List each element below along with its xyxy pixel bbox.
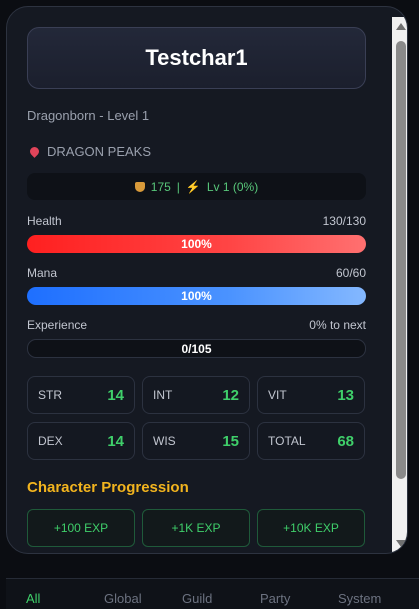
add-100-exp-button[interactable]: +100 EXP bbox=[27, 509, 135, 547]
progression-buttons: +100 EXP +1K EXP +10K EXP bbox=[27, 509, 366, 547]
mana-row: Mana 60/60 bbox=[27, 266, 366, 280]
money-bag-icon bbox=[134, 181, 145, 192]
character-name: Testchar1 bbox=[27, 27, 366, 89]
chat-tabs: All Global Guild Party System bbox=[6, 578, 419, 609]
mana-bar: 100% bbox=[27, 287, 366, 305]
attribute-vit: VIT 13 bbox=[257, 376, 365, 414]
tab-global[interactable]: Global bbox=[84, 579, 162, 609]
health-label: Health bbox=[27, 214, 62, 228]
health-percent: 100% bbox=[181, 237, 212, 251]
health-bar: 100% bbox=[27, 235, 366, 253]
scroll-thumb[interactable] bbox=[396, 41, 406, 479]
location-label: DRAGON PEAKS bbox=[47, 144, 152, 159]
tab-all[interactable]: All bbox=[6, 579, 84, 609]
level-progress: Lv 1 (0%) bbox=[206, 179, 259, 194]
attribute-str: STR 14 bbox=[27, 376, 135, 414]
attribute-wis: WIS 15 bbox=[142, 422, 250, 460]
attribute-label: TOTAL bbox=[268, 434, 306, 448]
scroll-down-icon[interactable] bbox=[396, 540, 406, 547]
attribute-value: 14 bbox=[107, 386, 124, 404]
gold-amount: 175 bbox=[150, 179, 171, 194]
add-1k-exp-button[interactable]: +1K EXP bbox=[142, 509, 250, 547]
attribute-value: 14 bbox=[107, 432, 124, 450]
attribute-grid: STR 14 INT 12 VIT 13 DEX 14 WIS 15 TOTAL 68 bbox=[27, 376, 366, 460]
separator: | bbox=[176, 179, 180, 194]
attribute-label: DEX bbox=[38, 434, 63, 448]
tab-system[interactable]: System bbox=[318, 579, 396, 609]
attribute-value: 68 bbox=[337, 432, 354, 450]
attribute-int: INT 12 bbox=[142, 376, 250, 414]
attribute-value: 15 bbox=[222, 432, 239, 450]
experience-to-next: 0% to next bbox=[309, 318, 366, 332]
tab-party[interactable]: Party bbox=[240, 579, 318, 609]
lightning-icon: ⚡ bbox=[185, 179, 201, 194]
scrollbar[interactable] bbox=[392, 17, 407, 553]
attribute-label: STR bbox=[38, 388, 62, 402]
scroll-up-icon[interactable] bbox=[396, 23, 406, 30]
map-pin-icon bbox=[28, 145, 41, 158]
attribute-value: 13 bbox=[337, 386, 354, 404]
location-row: DRAGON PEAKS bbox=[27, 144, 366, 159]
attribute-dex: DEX 14 bbox=[27, 422, 135, 460]
tab-guild[interactable]: Guild bbox=[162, 579, 240, 609]
experience-value: 0/105 bbox=[181, 341, 212, 356]
attribute-value: 12 bbox=[222, 386, 239, 404]
add-10k-exp-button[interactable]: +10K EXP bbox=[257, 509, 365, 547]
attribute-label: VIT bbox=[268, 388, 287, 402]
health-value: 130/130 bbox=[322, 214, 366, 228]
health-row: Health 130/130 bbox=[27, 214, 366, 228]
attribute-total: TOTAL 68 bbox=[257, 422, 365, 460]
resource-bar: 175 | ⚡ Lv 1 (0%) bbox=[27, 173, 366, 200]
mana-percent: 100% bbox=[181, 289, 212, 303]
progression-title: Character Progression bbox=[27, 479, 189, 496]
experience-label: Experience bbox=[27, 318, 88, 332]
character-race-level: Dragonborn - Level 1 bbox=[27, 108, 150, 123]
attribute-label: WIS bbox=[153, 434, 176, 448]
character-content: Testchar1 Dragonborn - Level 1 DRAGON PE… bbox=[27, 27, 366, 547]
mana-value: 60/60 bbox=[335, 266, 366, 280]
character-panel: Testchar1 Dragonborn - Level 1 DRAGON PE… bbox=[6, 6, 408, 554]
attribute-label: INT bbox=[153, 388, 173, 402]
mana-label: Mana bbox=[27, 266, 58, 280]
experience-row: Experience 0% to next bbox=[27, 318, 366, 332]
experience-bar: 0/105 bbox=[27, 339, 366, 358]
